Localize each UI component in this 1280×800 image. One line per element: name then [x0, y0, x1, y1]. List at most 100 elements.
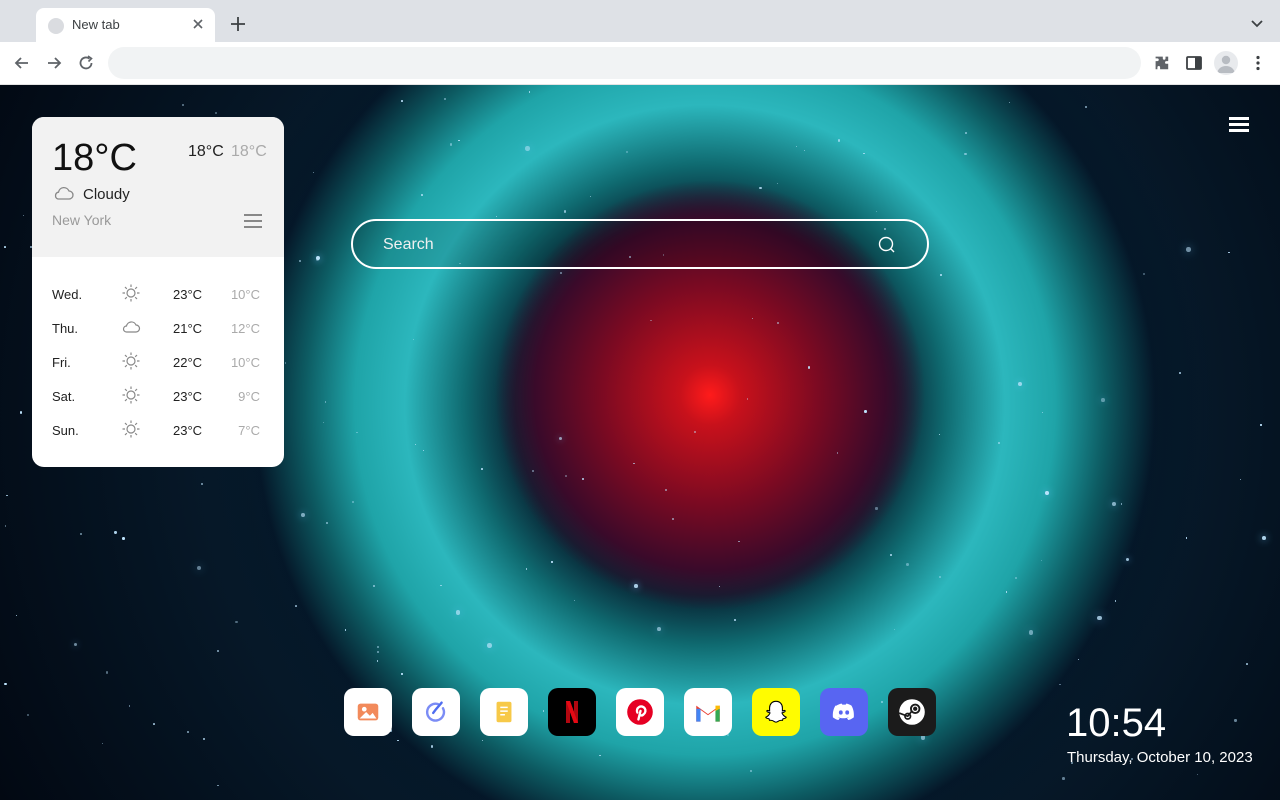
- star-dot: [480, 468, 483, 470]
- close-icon[interactable]: [191, 17, 205, 31]
- image-icon: [357, 703, 379, 721]
- star-dot: [1017, 382, 1022, 387]
- star-dot: [650, 319, 652, 322]
- star-dot: [284, 361, 287, 364]
- star-dot: [633, 463, 635, 465]
- star-dot: [300, 513, 305, 517]
- star-dot: [324, 400, 327, 403]
- clock-date: Thursday, October 10, 2023: [1067, 749, 1253, 766]
- star-dot: [1085, 105, 1088, 108]
- star-dot: [1009, 102, 1011, 104]
- star-dot: [153, 723, 155, 725]
- pinterest-app[interactable]: [616, 688, 664, 736]
- forward-icon[interactable]: [44, 53, 64, 73]
- star-dot: [401, 673, 403, 675]
- gmail-app[interactable]: [684, 688, 732, 736]
- star-dot: [73, 642, 77, 647]
- star-dot: [421, 194, 424, 196]
- star-dot: [564, 475, 567, 477]
- star-dot: [430, 745, 433, 748]
- star-dot: [1028, 629, 1034, 635]
- star-dot: [807, 366, 810, 369]
- star-dot: [181, 103, 184, 106]
- sun-icon: [122, 386, 140, 404]
- menu-bar: [1229, 117, 1249, 120]
- star-dot: [316, 255, 321, 260]
- forecast-day: Wed.: [52, 287, 83, 302]
- netflix-icon: [566, 701, 578, 723]
- netflix-app[interactable]: [548, 688, 596, 736]
- pinterest-icon: [627, 699, 653, 725]
- new-tab-button[interactable]: [228, 14, 248, 34]
- star-dot: [1041, 411, 1044, 414]
- star-dot: [1234, 719, 1237, 722]
- new-tab-page: 18°C 18°C 18°C Cloudy New York Wed. 23°C…: [0, 85, 1280, 800]
- star-dot: [589, 196, 592, 198]
- forecast-high: 23°C: [173, 423, 203, 438]
- star-dot: [23, 214, 25, 216]
- star-dot: [295, 605, 297, 607]
- star-dot: [862, 152, 865, 155]
- sun-icon: [122, 352, 140, 370]
- shortcuts-dock: [344, 688, 936, 736]
- star-dot: [449, 143, 453, 146]
- forecast-high: 23°C: [173, 287, 203, 302]
- cloud-icon: [54, 187, 74, 200]
- star-dot: [1005, 591, 1007, 593]
- steam-app[interactable]: [888, 688, 936, 736]
- photos-app[interactable]: [344, 688, 392, 736]
- star-dot: [325, 521, 328, 524]
- star-dot: [864, 410, 867, 413]
- profile-avatar[interactable]: [1214, 51, 1238, 75]
- star-dot: [889, 553, 892, 556]
- forecast-row: Sat. 23°C 9°C: [32, 379, 284, 413]
- star-dot: [1045, 491, 1049, 495]
- chevron-down-icon[interactable]: [1248, 15, 1266, 33]
- star-dot: [1240, 479, 1242, 481]
- star-dot: [356, 431, 358, 433]
- gmail-icon: [696, 705, 720, 722]
- star-dot: [6, 495, 8, 497]
- star-dot: [997, 441, 1000, 444]
- star-dot: [4, 524, 7, 527]
- star-dot: [665, 489, 667, 491]
- reload-icon[interactable]: [76, 53, 96, 73]
- star-dot: [1186, 247, 1191, 252]
- search-box: [351, 219, 929, 269]
- star-dot: [1112, 502, 1116, 506]
- star-dot: [414, 443, 417, 445]
- discord-app[interactable]: [820, 688, 868, 736]
- notes-app[interactable]: [480, 688, 528, 736]
- menu-button[interactable]: [1229, 117, 1249, 133]
- star-dot: [563, 210, 567, 213]
- forecast-day: Thu.: [52, 321, 79, 336]
- snapchat-app[interactable]: [752, 688, 800, 736]
- star-dot: [733, 618, 736, 621]
- star-dot: [657, 627, 662, 632]
- search-input[interactable]: [383, 233, 863, 257]
- menu-bar: [244, 214, 262, 216]
- tasks-app[interactable]: [412, 688, 460, 736]
- address-bar[interactable]: [108, 47, 1141, 79]
- star-dot: [196, 565, 201, 570]
- more-vert-icon[interactable]: [1248, 53, 1268, 73]
- tab-new-tab[interactable]: New tab: [36, 8, 215, 42]
- back-icon[interactable]: [12, 53, 32, 73]
- star-dot: [581, 477, 584, 480]
- forecast-high: 23°C: [173, 389, 203, 404]
- weather-menu-button[interactable]: [244, 214, 262, 229]
- search-icon[interactable]: [877, 235, 897, 255]
- star-dot: [776, 182, 778, 184]
- avatar-icon: [1217, 55, 1235, 73]
- star-dot: [377, 650, 380, 653]
- star-dot: [495, 215, 497, 217]
- star-dot: [422, 449, 425, 451]
- side-panel-icon[interactable]: [1184, 53, 1204, 73]
- star-dot: [938, 575, 942, 578]
- extensions-icon[interactable]: [1152, 53, 1172, 73]
- forecast-low: 9°C: [238, 389, 260, 404]
- star-dot: [525, 146, 530, 151]
- forecast-high: 22°C: [173, 355, 203, 370]
- star-dot: [751, 317, 753, 319]
- star-dot: [3, 682, 7, 686]
